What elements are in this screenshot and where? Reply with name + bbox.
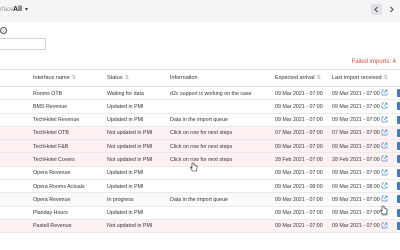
table-row[interactable]: TechHotel OTB Not updated in PMI Click on … <box>0 126 400 141</box>
sort-icon: ⇅ <box>316 75 322 81</box>
last-import-cell: 09 Mar 2021 - 07:00 <box>332 170 380 177</box>
table-row[interactable]: TechHotel Covers Not updated in PMI Click … <box>0 153 400 167</box>
sort-icon: ⇅ <box>383 75 389 81</box>
table-row[interactable]: Opera Revenue In progress Data in the impo… <box>0 193 400 207</box>
status-cell: Not updated in PMI <box>107 156 153 163</box>
information-cell: Click on row for next steps <box>170 156 233 163</box>
expected-arrival-cell: 09 Mar 2021 - 07:00 <box>275 117 323 124</box>
status-cell: Updated in PMI <box>107 103 144 110</box>
hand-cursor-icon <box>380 205 388 215</box>
information-cell: Click on row for next steps <box>170 143 233 150</box>
table-body: Rooms OTB Waiting for data d2c support is … <box>0 87 400 234</box>
status-cell: Updated in PMI <box>107 117 144 124</box>
interface-name-cell: TechHotel Covers <box>33 156 75 163</box>
expected-arrival-cell: 09 Mar 2021 - 07:00 <box>275 103 323 110</box>
status-cell: Not updated in PMI <box>107 130 153 137</box>
status-cell: Not updated in PMI <box>107 223 153 230</box>
last-import-cell: 09 Mar 2021 - 07:00 <box>332 196 380 203</box>
expected-arrival-cell: 07 Mar 2021 - 07:00 <box>275 130 323 137</box>
expected-arrival-cell: 28 Feb 2021 - 07:00 <box>275 156 323 163</box>
top-toolbar: rface: All ▾ <box>0 0 400 22</box>
external-link-icon[interactable] <box>381 222 388 229</box>
interface-name-cell: TechHotel OTB <box>33 130 69 137</box>
table-row[interactable]: TechHotel F&B Not updated in PMI Click on … <box>0 140 400 154</box>
table-row[interactable]: Rooms OTB Waiting for data d2c support is … <box>0 87 400 101</box>
last-import-cell: 09 Mar 2021 - 08:00 <box>332 183 380 190</box>
information-cell: Data in the import queue <box>170 117 229 124</box>
status-cell: Updated in PMI <box>107 210 144 217</box>
sort-icon: ⇅ <box>124 75 130 81</box>
table-row[interactable]: BMS Revenue Updated in PMI 09 Mar 2021 - 0… <box>0 100 400 114</box>
information-cell: Data in the import queue <box>170 196 229 203</box>
expected-arrival-cell: 09 Mar 2021 - 07:00 <box>275 223 323 230</box>
external-link-icon[interactable] <box>381 129 388 136</box>
table-row[interactable]: TechHotel Revenue Updated in PMI Data in t… <box>0 113 400 127</box>
column-header-expected-arrival[interactable]: Expected arrival ⇅ <box>275 75 321 81</box>
external-link-icon[interactable] <box>381 142 388 149</box>
last-import-cell: 07 Mar 2021 - 07:00 <box>332 130 380 137</box>
last-import-cell: 09 Mar 2021 - 07:00 <box>332 143 380 150</box>
status-cell: Updated in PMI <box>107 183 144 190</box>
table-row[interactable]: Pastell Revenue Not updated in PMI 09 Mar … <box>0 219 400 234</box>
table-row[interactable]: Opera Rooms Actuals Updated in PMI 09 Mar … <box>0 180 400 194</box>
failed-imports-count[interactable]: Failed imports: 4 <box>352 59 396 65</box>
chevron-left-icon[interactable] <box>371 4 382 15</box>
expected-arrival-cell: 09 Mar 2021 - 07:00 <box>275 170 323 177</box>
status-cell: Waiting for data <box>107 90 144 97</box>
external-link-icon[interactable] <box>381 195 388 202</box>
last-import-cell: 09 Mar 2021 - 07:00 <box>332 103 380 110</box>
last-import-cell: 09 Mar 2021 - 07:00 <box>332 210 380 217</box>
column-header-information: Information <box>170 75 198 81</box>
last-import-cell: 09 Mar 2021 - 07:00 <box>332 90 380 97</box>
table-row[interactable]: Opera Revenue Updated in PMI 09 Mar 2021 -… <box>0 166 400 181</box>
column-header-interface-name[interactable]: Interface name ⇅ <box>33 75 76 81</box>
interface-name-cell: TechHotel Revenue <box>33 117 80 124</box>
interface-name-cell: Opera Revenue <box>33 170 71 177</box>
sort-icon: ⇅ <box>71 75 77 81</box>
hand-cursor-icon <box>190 162 198 172</box>
chevron-down-icon[interactable]: ▾ <box>25 6 28 13</box>
external-link-icon[interactable] <box>381 169 388 176</box>
interface-name-cell: Pastell Revenue <box>33 223 72 230</box>
help-icon[interactable]: ? <box>0 27 7 34</box>
table-header: Interface name ⇅ Status ⇅ Information Expe… <box>0 69 400 87</box>
interface-name-cell: TechHotel F&B <box>33 143 69 150</box>
interface-name-cell: Rooms OTB <box>33 90 63 97</box>
information-cell: d2c support is working on the case <box>170 90 252 97</box>
external-link-icon[interactable] <box>381 102 388 109</box>
expected-arrival-cell: 09 Mar 2021 - 08:00 <box>275 183 323 190</box>
last-import-cell: 09 Mar 2021 - 07:00 <box>332 117 380 124</box>
status-cell: Not updated in PMI <box>107 143 153 150</box>
column-header-last-import[interactable]: Last import received ⇅ <box>332 75 388 81</box>
interface-filter-dropdown[interactable]: All <box>13 6 22 13</box>
status-cell: In progress <box>107 196 134 203</box>
external-link-icon[interactable] <box>381 116 388 123</box>
last-import-cell: 28 Feb 2021 - 07:00 <box>332 156 380 163</box>
column-header-status[interactable]: Status ⇅ <box>107 75 129 81</box>
expected-arrival-cell: 09 Mar 2021 - 07:00 <box>275 196 323 203</box>
table-row[interactable]: Planday Hours Updated in PMI 09 Mar 2021 -… <box>0 206 400 220</box>
interface-name-cell: Opera Rooms Actuals <box>33 183 85 190</box>
interface-name-cell: Planday Hours <box>33 210 68 217</box>
interface-name-cell: Opera Revenue <box>33 196 71 203</box>
search-input[interactable] <box>0 38 46 50</box>
expected-arrival-cell: 09 Mar 2021 - 07:00 <box>275 210 323 217</box>
interfaces-table: Interface name ⇅ Status ⇅ Information Expe… <box>0 69 400 234</box>
interface-name-cell: BMS Revenue <box>33 103 68 110</box>
information-cell: Click on row for next steps <box>170 130 233 137</box>
external-link-icon[interactable] <box>381 89 388 96</box>
expected-arrival-cell: 09 Mar 2021 - 07:00 <box>275 90 323 97</box>
last-import-cell: 09 Mar 2021 - 07:00 <box>332 223 380 230</box>
external-link-icon[interactable] <box>381 182 388 189</box>
external-link-icon[interactable] <box>381 155 388 162</box>
status-cell: Updated in PMI <box>107 170 144 177</box>
chevron-right-icon[interactable] <box>386 4 397 15</box>
data-interfaces-panel: ? Failed imports: 4 Interface name ⇅ Stat… <box>0 22 400 250</box>
expected-arrival-cell: 09 Mar 2021 - 07:00 <box>275 143 323 150</box>
